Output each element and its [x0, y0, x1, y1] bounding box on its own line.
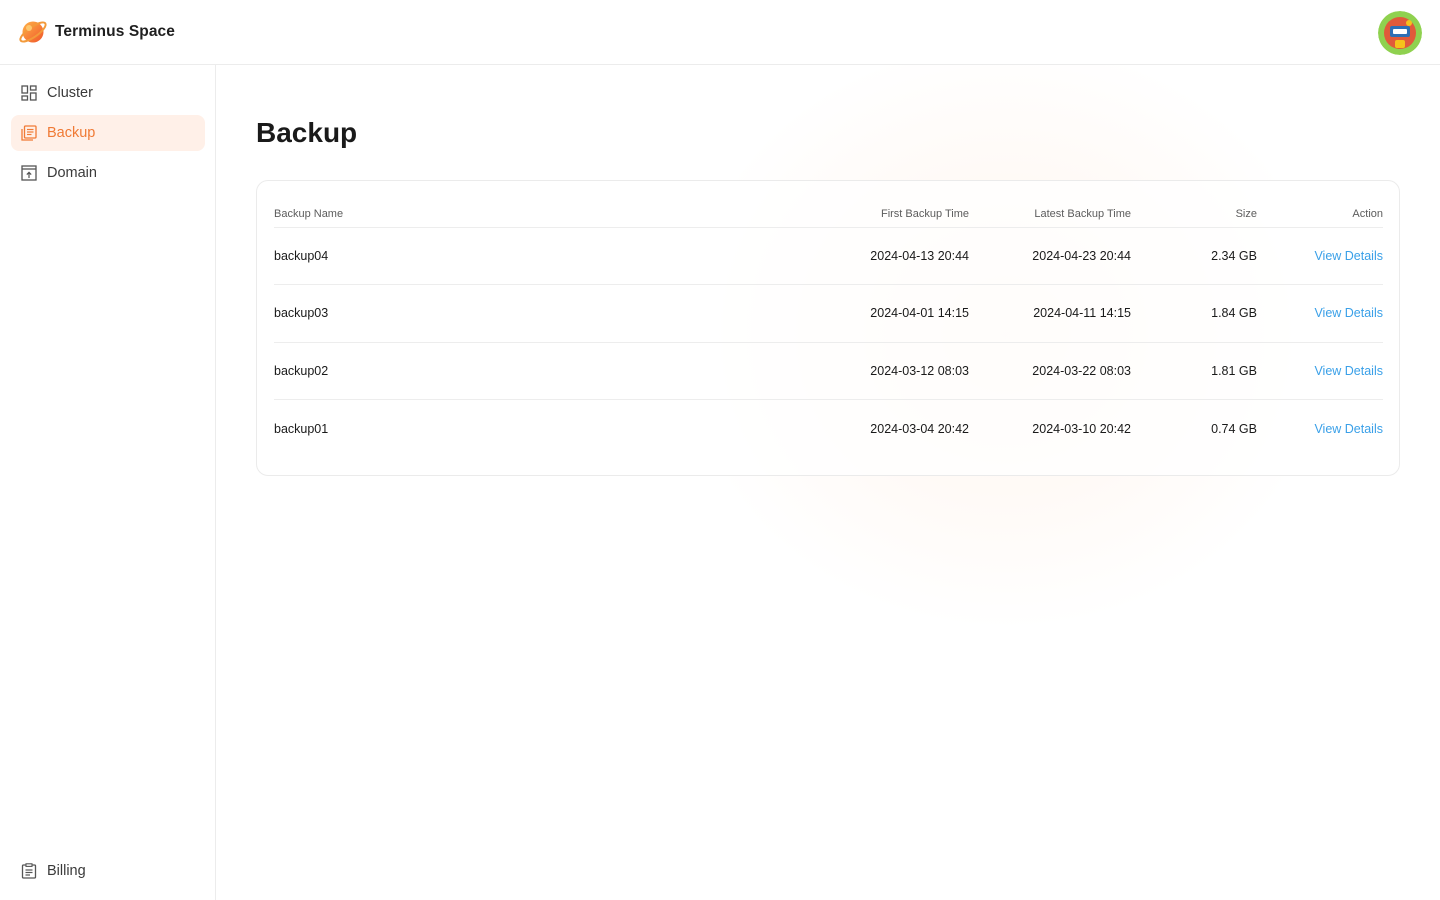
- view-details-link[interactable]: View Details: [1314, 364, 1383, 378]
- sidebar-item-label: Domain: [47, 165, 97, 181]
- view-details-link[interactable]: View Details: [1314, 422, 1383, 436]
- planet-logo-icon: [19, 21, 47, 43]
- brand[interactable]: Terminus Space: [17, 16, 175, 48]
- sidebar-item-label: Cluster: [47, 85, 93, 101]
- table-row: backup01 2024-03-04 20:42 2024-03-10 20:…: [274, 400, 1383, 458]
- domain-icon: [21, 165, 37, 181]
- sidebar-item-domain[interactable]: Domain: [11, 155, 205, 191]
- avatar-image: [1378, 11, 1422, 55]
- grid-icon: [21, 85, 37, 101]
- backup-name: backup04: [274, 227, 814, 285]
- table-header-row: Backup Name First Backup Time Latest Bac…: [274, 201, 1383, 228]
- first-backup-time: 2024-04-13 20:44: [814, 227, 969, 285]
- sidebar-item-cluster[interactable]: Cluster: [11, 75, 205, 111]
- brand-name: Terminus Space: [55, 23, 175, 40]
- backup-name: backup02: [274, 342, 814, 400]
- header-first-backup-time: First Backup Time: [814, 201, 969, 228]
- sidebar-item-label: Billing: [47, 863, 86, 879]
- view-details-link[interactable]: View Details: [1314, 306, 1383, 320]
- latest-backup-time: 2024-03-22 08:03: [969, 342, 1131, 400]
- main-content: Backup Backup Name First Backup Time Lat…: [216, 65, 1440, 900]
- table-row: backup04 2024-04-13 20:44 2024-04-23 20:…: [274, 227, 1383, 285]
- latest-backup-time: 2024-03-10 20:42: [1032, 421, 1131, 436]
- header-backup-name: Backup Name: [274, 201, 814, 228]
- latest-backup-time: 2024-04-23 20:44: [969, 227, 1131, 285]
- billing-icon: [21, 863, 37, 879]
- sidebar-item-backup[interactable]: Backup: [11, 115, 205, 151]
- sidebar-item-billing[interactable]: Billing: [11, 853, 205, 889]
- backup-size: 2.34 GB: [1131, 227, 1257, 285]
- sidebar: Cluster Backup Domain Billing: [0, 65, 216, 900]
- table-row: backup02 2024-03-12 08:03 2024-03-22 08:…: [274, 342, 1383, 400]
- top-bar: Terminus Space: [0, 0, 1440, 65]
- first-backup-time: 2024-03-04 20:42: [870, 421, 969, 436]
- sidebar-item-label: Backup: [47, 125, 96, 141]
- view-details-link[interactable]: View Details: [1314, 249, 1383, 263]
- header-size: Size: [1131, 201, 1257, 228]
- header-latest-backup-time: Latest Backup Time: [969, 201, 1131, 228]
- backup-name: backup01: [274, 421, 329, 436]
- backup-size: 1.81 GB: [1131, 342, 1257, 400]
- backup-table: Backup Name First Backup Time Latest Bac…: [274, 201, 1383, 457]
- page-title: Backup: [256, 117, 358, 148]
- table-row: backup03 2024-04-01 14:15 2024-04-11 14:…: [274, 284, 1383, 343]
- latest-backup-time: 2024-04-11 14:15: [969, 284, 1131, 343]
- header-action: Action: [1257, 201, 1383, 228]
- avatar[interactable]: [1378, 11, 1422, 55]
- backup-name: backup03: [274, 284, 814, 343]
- first-backup-time: 2024-04-01 14:15: [814, 284, 969, 343]
- first-backup-time: 2024-03-12 08:03: [814, 342, 969, 400]
- backup-table-card: Backup Name First Backup Time Latest Bac…: [256, 180, 1400, 476]
- backup-icon: [21, 125, 37, 141]
- backup-size: 1.84 GB: [1131, 284, 1257, 343]
- backup-size: 0.74 GB: [1211, 421, 1257, 436]
